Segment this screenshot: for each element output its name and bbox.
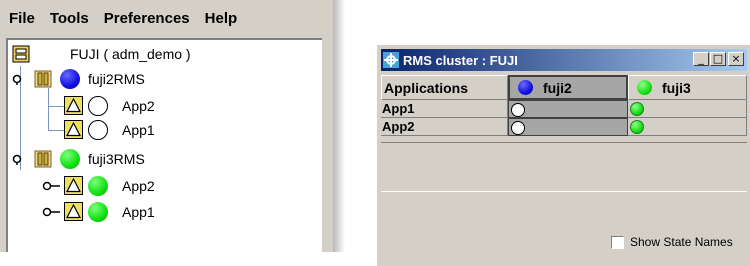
node-icon[interactable]	[34, 150, 52, 168]
warning-triangle-icon[interactable]	[64, 120, 83, 139]
menu-file[interactable]: File	[0, 10, 35, 27]
tree-root-label[interactable]: FUJI ( adm_demo )	[70, 46, 191, 62]
online-state-lamp	[630, 120, 644, 134]
app-state-lamp	[88, 96, 108, 116]
collapse-icon[interactable]	[12, 153, 30, 165]
close-icon[interactable]: ×	[728, 52, 744, 66]
app-state-lamp	[88, 120, 108, 140]
menu-bar: File Tools Preferences Help	[0, 0, 333, 36]
app-icon	[383, 52, 399, 68]
row-label-app2[interactable]: App2	[381, 118, 508, 136]
expand-icon[interactable]	[42, 180, 60, 192]
state-cell-fuji2-app2[interactable]	[508, 118, 628, 136]
state-cell-fuji3-app2[interactable]	[628, 118, 747, 136]
column-header-applications[interactable]: Applications	[381, 75, 508, 100]
cluster-icon[interactable]	[12, 45, 30, 63]
column-header-label: fuji2	[543, 79, 572, 96]
node-icon[interactable]	[34, 70, 52, 88]
column-header-label: Applications	[384, 79, 469, 96]
checkbox-box[interactable]	[611, 235, 624, 249]
tree-node-fuji3rms[interactable]: fuji3RMS	[88, 151, 145, 167]
app-state-lamp	[88, 202, 108, 222]
tree-line	[48, 88, 49, 130]
node-state-lamp	[637, 80, 652, 95]
cluster-tree[interactable]: FUJI ( adm_demo ) fuji2RMS App2 App1 fuj…	[6, 38, 322, 252]
online-state-lamp	[630, 102, 644, 116]
menu-preferences[interactable]: Preferences	[95, 10, 190, 27]
tree-line	[48, 106, 64, 107]
window-title: RMS cluster : FUJI	[403, 52, 518, 68]
tree-line	[48, 130, 64, 131]
node-state-lamp	[518, 80, 533, 95]
column-header-fuji3[interactable]: fuji3	[628, 75, 747, 100]
warning-triangle-icon[interactable]	[64, 202, 83, 221]
divider	[381, 191, 747, 192]
offline-state-lamp	[511, 121, 525, 135]
rms-cluster-window: RMS cluster : FUJI _ □ × Applications fu…	[376, 44, 750, 266]
tree-app-label[interactable]: App2	[122, 98, 155, 114]
checkbox-label: Show State Names	[630, 235, 733, 249]
node-state-lamp	[60, 69, 80, 89]
row-label-app1[interactable]: App1	[381, 100, 508, 118]
table-empty-area	[381, 142, 747, 191]
menu-tools[interactable]: Tools	[41, 10, 89, 27]
expand-icon[interactable]	[42, 206, 60, 218]
warning-triangle-icon[interactable]	[64, 96, 83, 115]
tree-app-label[interactable]: App2	[122, 178, 155, 194]
menu-help[interactable]: Help	[196, 10, 238, 27]
tree-app-label[interactable]: App1	[122, 204, 155, 220]
node-state-lamp	[60, 149, 80, 169]
maximize-icon[interactable]: □	[710, 52, 726, 66]
tree-node-fuji2rms[interactable]: fuji2RMS	[88, 71, 145, 87]
show-state-names-checkbox[interactable]: Show State Names	[611, 235, 733, 249]
state-cell-fuji3-app1[interactable]	[628, 100, 747, 118]
collapse-icon[interactable]	[12, 73, 30, 85]
column-header-label: fuji3	[662, 79, 691, 96]
rms-main-window: File Tools Preferences Help FUJI ( adm_d…	[0, 0, 345, 252]
state-cell-fuji2-app1[interactable]	[508, 100, 628, 118]
minimize-icon[interactable]: _	[693, 52, 709, 66]
tree-app-label[interactable]: App1	[122, 122, 155, 138]
app-state-lamp	[88, 176, 108, 196]
offline-state-lamp	[511, 103, 525, 117]
column-header-fuji2[interactable]: fuji2	[508, 75, 628, 100]
warning-triangle-icon[interactable]	[64, 176, 83, 195]
title-bar[interactable]: RMS cluster : FUJI _ □ ×	[381, 49, 747, 71]
